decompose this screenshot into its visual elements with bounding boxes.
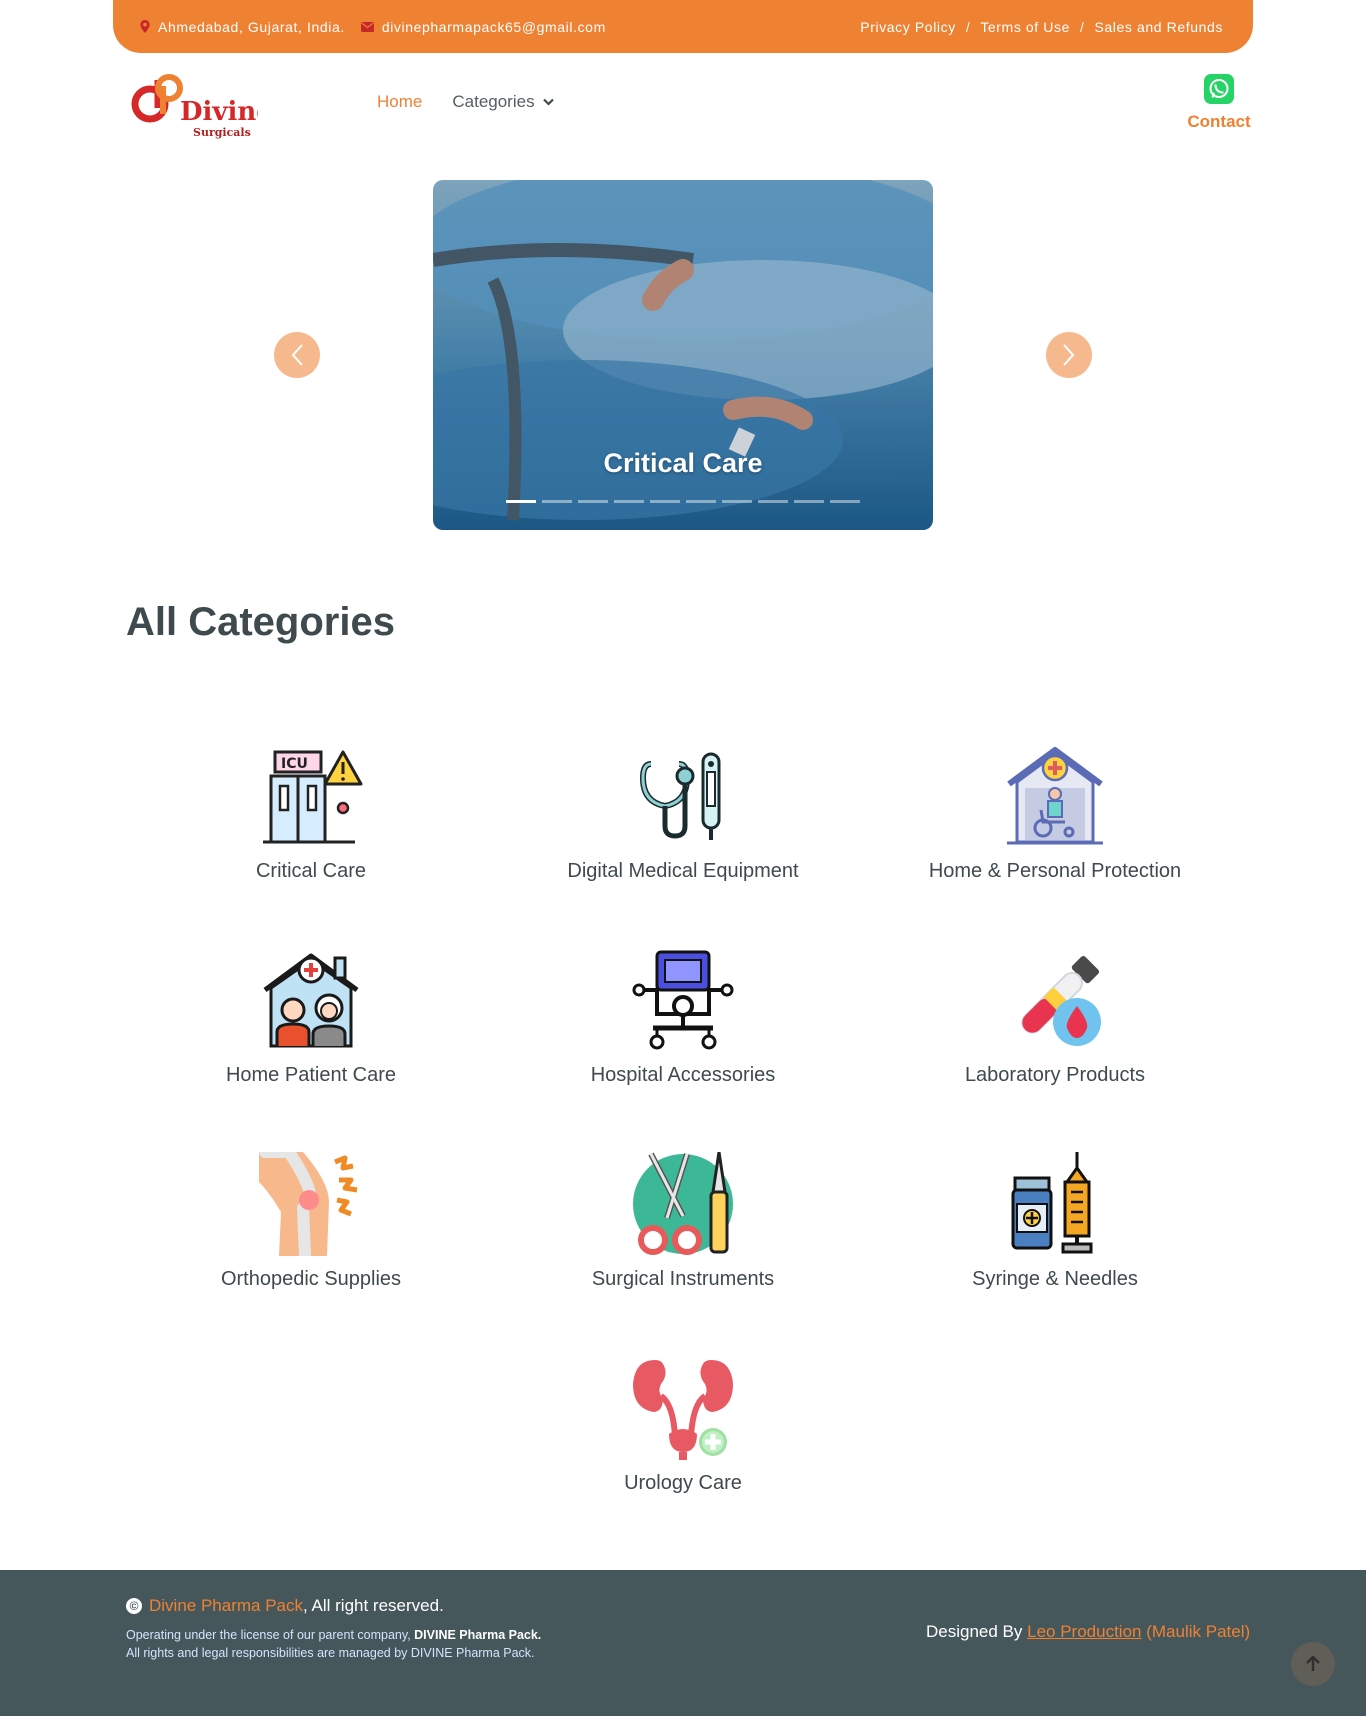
location: Ahmedabad, Gujarat, India. xyxy=(140,19,345,35)
hero-slider[interactable]: Critical Care xyxy=(433,180,933,530)
license-company: DIVINE Pharma Pack. xyxy=(414,1628,542,1642)
slider-dot[interactable] xyxy=(542,500,572,503)
copyright-icon: © xyxy=(126,1598,142,1614)
kidney-icon xyxy=(633,1360,733,1460)
designed-prefix: Designed By xyxy=(926,1622,1028,1641)
slider-dot[interactable] xyxy=(794,500,824,503)
category-name: Syringe & Needles xyxy=(972,1268,1138,1290)
category-critical-care[interactable]: ICU Critical Care xyxy=(141,744,481,883)
header: Divine Surgicals Home Categories Contact xyxy=(0,60,1366,150)
category-name: Urology Care xyxy=(624,1472,742,1494)
slider-next-button[interactable] xyxy=(1046,332,1092,378)
top-bar: Ahmedabad, Gujarat, India. divinepharmap… xyxy=(113,0,1253,53)
category-home-patient-care[interactable]: Home Patient Care xyxy=(141,948,481,1087)
chevron-down-icon xyxy=(542,98,554,106)
slider-dot[interactable] xyxy=(758,500,788,503)
rights-line: All rights and legal responsibilities ar… xyxy=(126,1646,535,1660)
category-name: Hospital Accessories xyxy=(590,1064,776,1086)
location-text: Ahmedabad, Gujarat, India. xyxy=(158,18,345,35)
nav-categories-label: Categories xyxy=(452,92,535,111)
category-laboratory-products[interactable]: Laboratory Products xyxy=(885,948,1225,1087)
chevron-right-icon xyxy=(1063,344,1075,366)
nav-home[interactable]: Home xyxy=(377,92,422,112)
hospital-monitor-cart-icon xyxy=(632,950,734,1050)
category-name: Home & Personal Protection xyxy=(928,860,1182,882)
category-hospital-accessories[interactable]: Hospital Accessories xyxy=(513,948,853,1087)
category-home-personal-protection[interactable]: Home & Personal Protection xyxy=(885,744,1225,883)
svg-text:ICU: ICU xyxy=(281,756,308,772)
whatsapp-icon xyxy=(1204,74,1234,104)
chevron-left-icon xyxy=(291,344,303,366)
category-name: Orthopedic Supplies xyxy=(220,1268,402,1290)
privacy-policy-link[interactable]: Privacy Policy xyxy=(860,19,956,35)
slider-dot[interactable] xyxy=(506,500,536,503)
nav-categories[interactable]: Categories xyxy=(452,92,554,112)
license-line: Operating under the license of our paren… xyxy=(126,1628,541,1642)
email-text[interactable]: divinepharmapack65@gmail.com xyxy=(382,19,606,35)
separator: / xyxy=(1079,18,1085,35)
license-prefix: Operating under the license of our paren… xyxy=(126,1628,415,1642)
scissors-scalpel-icon xyxy=(633,1152,733,1255)
category-syringe-needles[interactable]: Syringe & Needles xyxy=(885,1152,1225,1291)
back-to-top-button[interactable] xyxy=(1291,1642,1335,1686)
top-bar-links: Privacy Policy / Terms of Use / Sales an… xyxy=(860,19,1223,35)
category-surgical-instruments[interactable]: Surgical Instruments xyxy=(513,1152,853,1291)
top-bar-contact-info: Ahmedabad, Gujarat, India. divinepharmap… xyxy=(140,19,606,35)
category-name: Home Patient Care xyxy=(225,1064,397,1086)
category-name: Laboratory Products xyxy=(964,1064,1146,1086)
category-digital-medical-equipment[interactable]: Digital Medical Equipment xyxy=(513,744,853,883)
copyright-brand-link[interactable]: Divine Pharma Pack xyxy=(149,1596,303,1616)
map-pin-icon xyxy=(140,20,150,33)
stethoscope-thermometer-icon xyxy=(639,752,721,840)
slide-caption: Critical Care xyxy=(603,448,763,478)
slider-dot[interactable] xyxy=(614,500,644,503)
section-title: All Categories xyxy=(126,600,395,644)
svg-text:Surgicals: Surgicals xyxy=(193,126,251,139)
sales-refunds-link[interactable]: Sales and Refunds xyxy=(1094,19,1223,35)
separator: / xyxy=(965,18,971,35)
category-name: Critical Care xyxy=(255,860,367,882)
blood-test-tube-icon xyxy=(1021,955,1101,1046)
category-name: Digital Medical Equipment xyxy=(567,860,799,882)
icu-icon: ICU xyxy=(263,750,363,844)
designer-link[interactable]: Leo Production xyxy=(1027,1622,1141,1641)
slider-indicators xyxy=(506,500,860,503)
designed-by: Designed By Leo Production (Maulik Patel… xyxy=(926,1622,1250,1642)
contact-button[interactable]: Contact xyxy=(1184,74,1254,132)
category-urology-care[interactable]: Urology Care xyxy=(513,1356,853,1495)
knee-joint-icon xyxy=(259,1152,358,1256)
slider-dot[interactable] xyxy=(830,500,860,503)
envelope-icon xyxy=(360,21,374,32)
divine-surgicals-logo[interactable]: Divine Surgicals xyxy=(128,68,258,140)
email[interactable]: divinepharmapack65@gmail.com xyxy=(360,19,606,35)
copyright: © Divine Pharma Pack, All right reserved… xyxy=(126,1596,444,1616)
designer-author: (Maulik Patel) xyxy=(1146,1622,1251,1641)
svg-text:Divine: Divine xyxy=(180,97,258,127)
slider-dot[interactable] xyxy=(578,500,608,503)
home-elderly-icon xyxy=(263,953,359,1048)
slider-prev-button[interactable] xyxy=(274,332,320,378)
copyright-text: , All right reserved. xyxy=(303,1596,444,1615)
contact-label: Contact xyxy=(1187,112,1251,131)
arrow-up-icon xyxy=(1306,1656,1320,1671)
footer: © Divine Pharma Pack, All right reserved… xyxy=(0,1570,1366,1716)
syringe-vial-icon xyxy=(1011,1152,1093,1254)
slider-dot[interactable] xyxy=(686,500,716,503)
terms-of-use-link[interactable]: Terms of Use xyxy=(980,19,1070,35)
home-wheelchair-icon xyxy=(1007,747,1103,845)
slider-dot[interactable] xyxy=(722,500,752,503)
category-orthopedic-supplies[interactable]: Orthopedic Supplies xyxy=(141,1152,481,1291)
main-nav: Home Categories xyxy=(377,92,554,112)
category-name: Surgical Instruments xyxy=(591,1268,775,1290)
slider-dot[interactable] xyxy=(650,500,680,503)
